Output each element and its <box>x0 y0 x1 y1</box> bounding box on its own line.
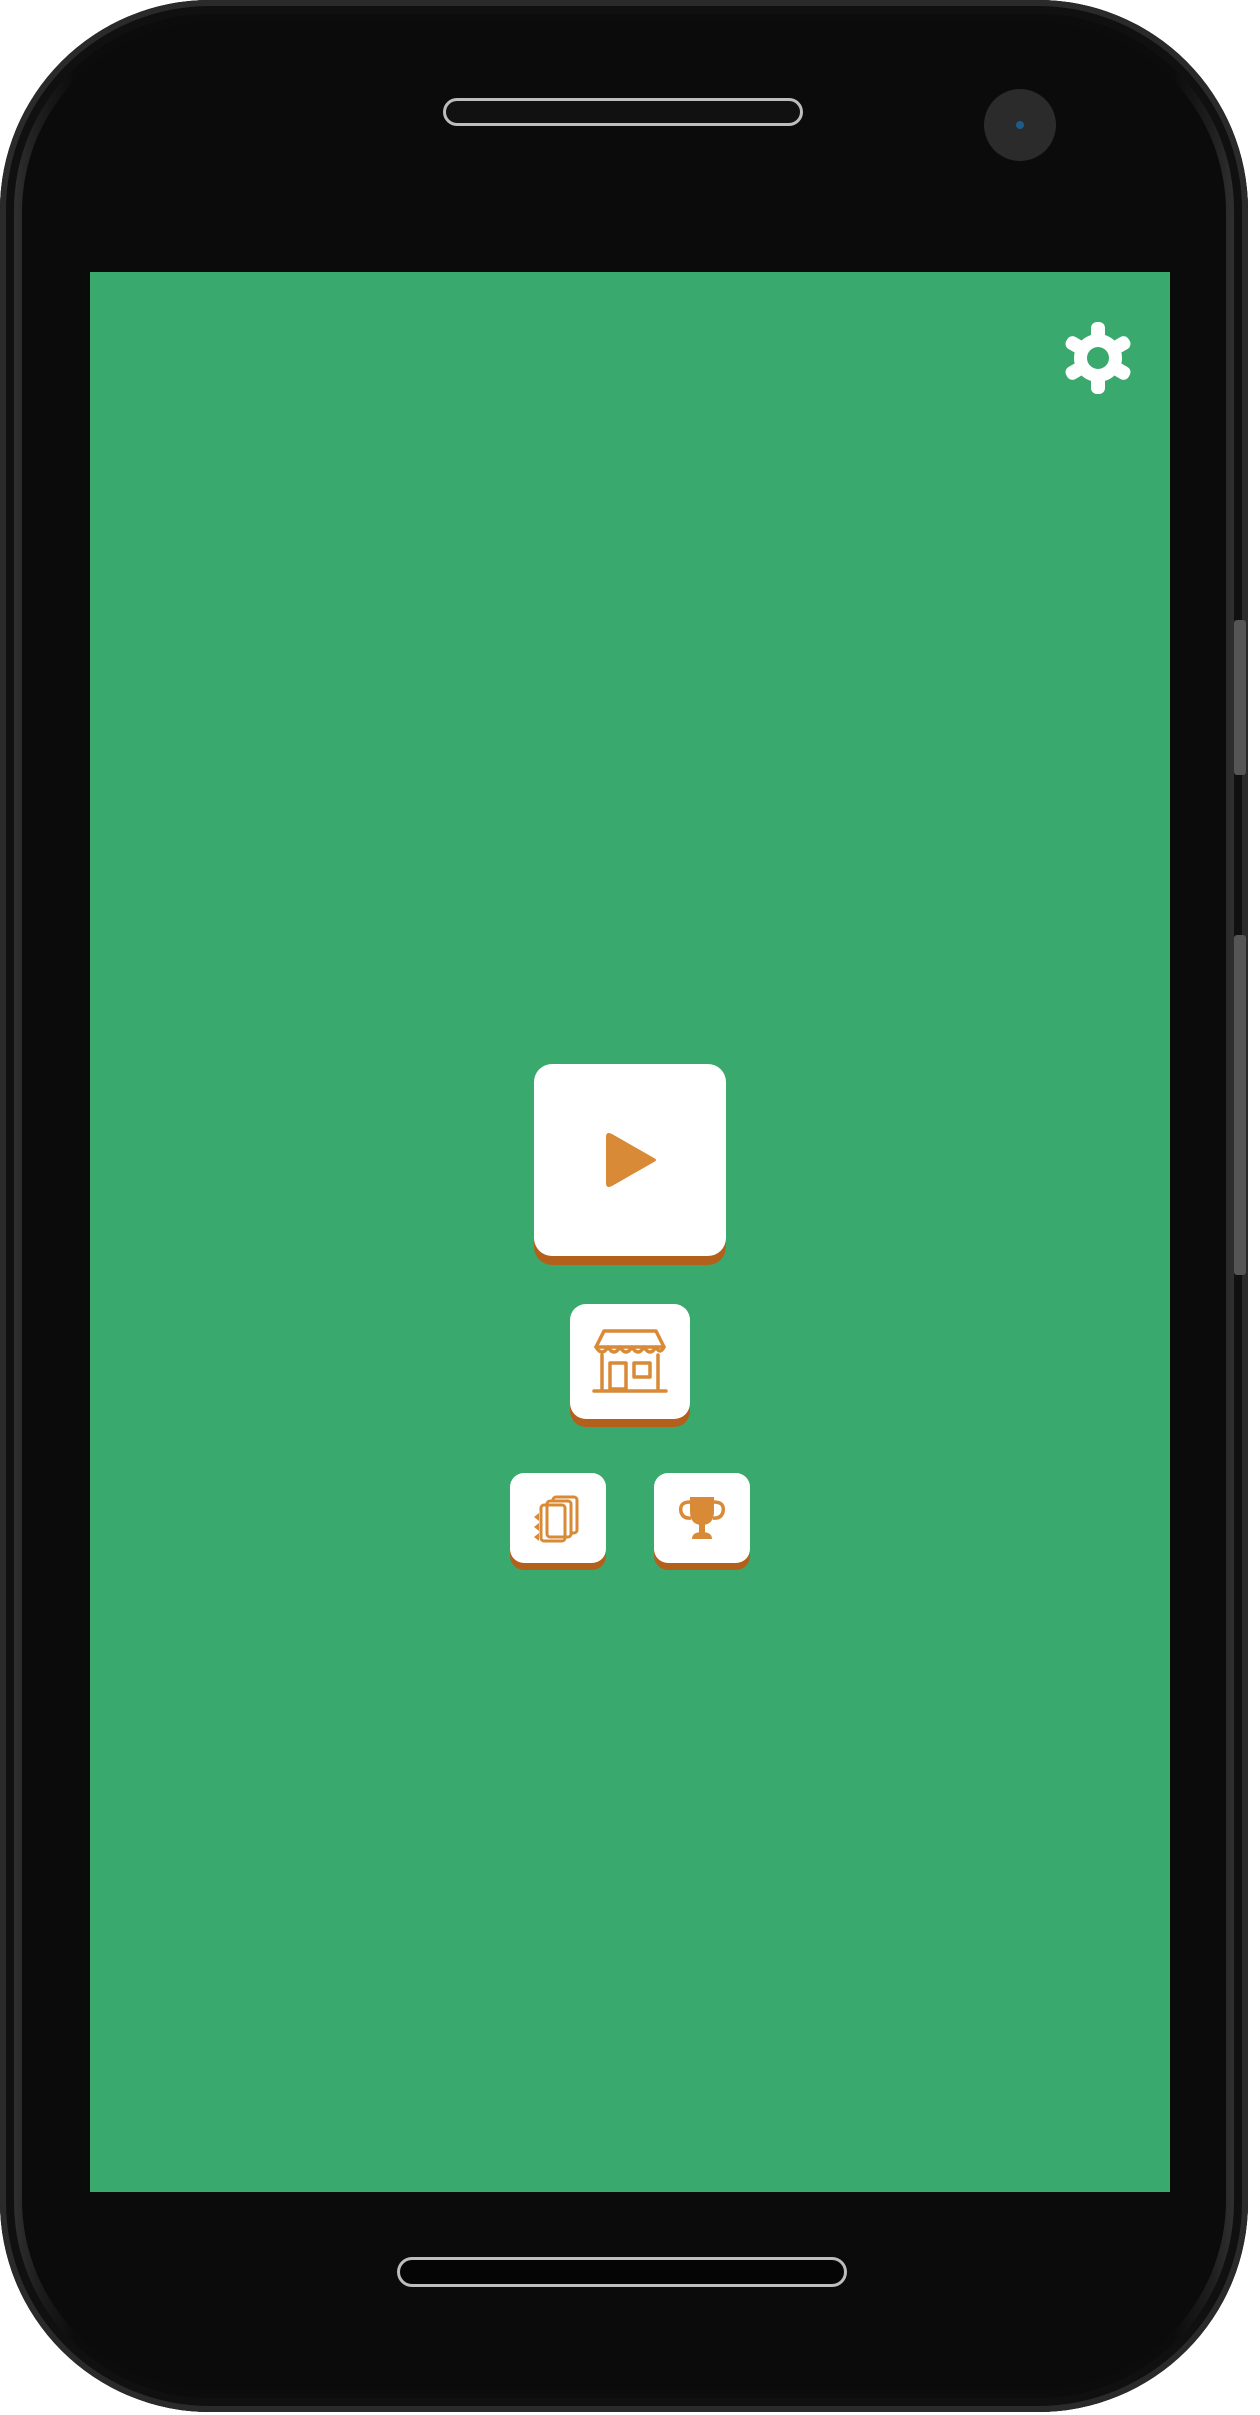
volume-button <box>1234 620 1246 775</box>
bottom-speaker <box>397 2257 847 2287</box>
play-button[interactable] <box>534 1064 726 1256</box>
cards-icon <box>534 1495 579 1543</box>
shop-icon <box>592 1328 668 1393</box>
phone-frame <box>0 0 1248 2412</box>
trophy-icon <box>678 1497 726 1539</box>
shop-button[interactable] <box>570 1304 690 1419</box>
settings-button[interactable] <box>1058 318 1138 398</box>
power-button <box>1234 935 1246 1275</box>
gear-icon <box>1065 322 1131 394</box>
achievements-button[interactable] <box>654 1473 750 1563</box>
front-camera <box>984 89 1056 161</box>
game-screen <box>90 272 1170 2192</box>
play-icon <box>606 1133 656 1187</box>
earpiece-speaker <box>443 98 803 126</box>
collection-button[interactable] <box>510 1473 606 1563</box>
